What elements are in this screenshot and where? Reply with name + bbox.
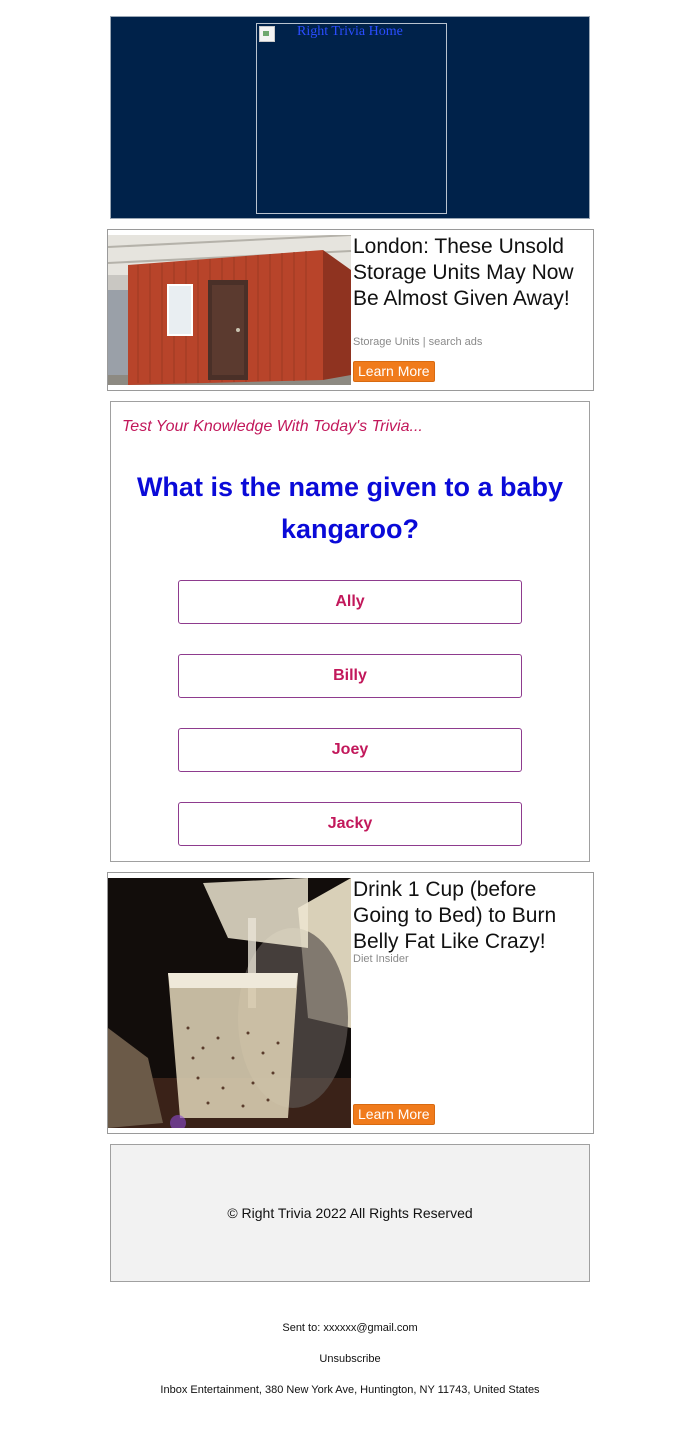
sponsored-ad-storage[interactable]: London: These Unsold Storage Units May N…	[107, 229, 594, 391]
trivia-intro: Test Your Knowledge With Today's Trivia.…	[122, 418, 423, 435]
answer-button-jacky[interactable]: Jacky	[178, 802, 522, 846]
answer-button-billy[interactable]: Billy	[178, 654, 522, 698]
answer-button-ally[interactable]: Ally	[178, 580, 522, 624]
container-home-image	[108, 235, 351, 385]
sent-to-text: Sent to: xxxxxx@gmail.com	[282, 1322, 418, 1334]
ad-image-container[interactable]	[108, 878, 351, 1128]
copyright-box: © Right Trivia 2022 All Rights Reserved	[110, 1144, 590, 1282]
answer-button-joey[interactable]: Joey	[178, 728, 522, 772]
sponsored-ad-diet[interactable]: Drink 1 Cup (before Going to Bed) to Bur…	[107, 872, 594, 1134]
logo-link[interactable]: Right Trivia Home	[256, 23, 447, 214]
ad-sponsor: Storage Units | search ads	[353, 336, 483, 348]
unsubscribe-link[interactable]: Unsubscribe	[0, 1353, 700, 1365]
broken-image-icon	[259, 26, 275, 42]
learn-more-button[interactable]: Learn More	[353, 361, 435, 382]
logo-alt-text: Right Trivia Home	[297, 24, 403, 39]
ad-title[interactable]: London: These Unsold Storage Units May N…	[353, 234, 591, 312]
trivia-card: Test Your Knowledge With Today's Trivia.…	[110, 401, 590, 862]
header-banner: Right Trivia Home	[110, 16, 590, 219]
ad-sponsor: Diet Insider	[353, 953, 409, 965]
trivia-question: What is the name given to a baby kangaro…	[136, 472, 564, 544]
learn-more-button[interactable]: Learn More	[353, 1104, 435, 1125]
company-address: Inbox Entertainment, 380 New York Ave, H…	[160, 1384, 540, 1396]
copyright-text: © Right Trivia 2022 All Rights Reserved	[227, 1205, 473, 1221]
ad-title[interactable]: Drink 1 Cup (before Going to Bed) to Bur…	[353, 877, 591, 955]
ad-image-container[interactable]	[108, 235, 351, 385]
drink-glass-image	[108, 878, 351, 1128]
